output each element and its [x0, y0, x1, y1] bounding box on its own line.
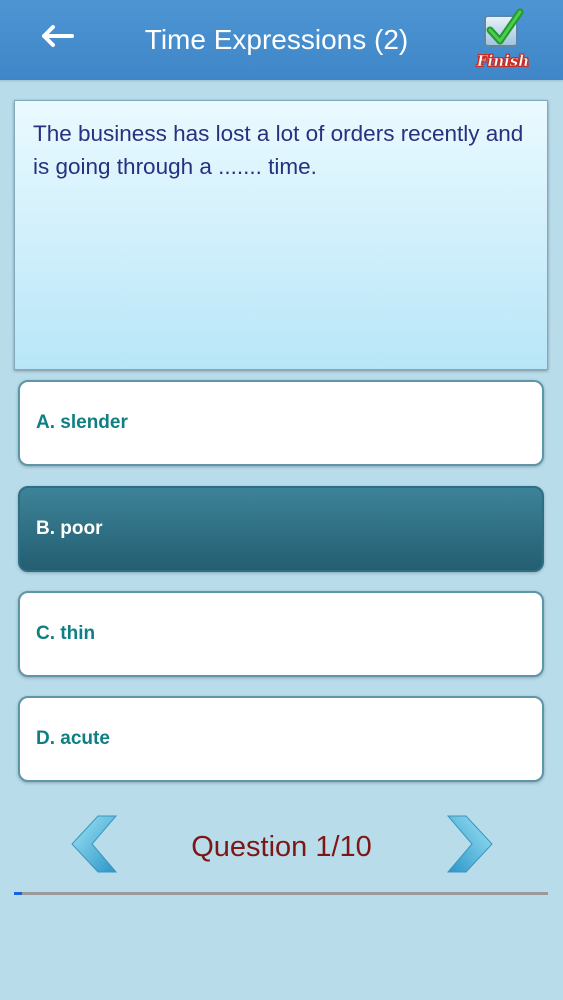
- next-question-button[interactable]: [440, 812, 500, 876]
- checkbox-check-icon: [484, 8, 524, 47]
- finish-label: Finish: [476, 52, 530, 71]
- chevron-left-icon: [71, 815, 118, 873]
- finish-button[interactable]: Finish: [470, 6, 536, 72]
- answer-option-d[interactable]: D. acute: [18, 696, 544, 782]
- answer-label: B. poor: [36, 518, 103, 539]
- app-header: Time Expressions (2) Finish: [0, 0, 563, 80]
- answer-option-b[interactable]: B. poor: [18, 486, 544, 572]
- progress-fill: [14, 892, 22, 895]
- answer-label: C. thin: [36, 623, 96, 644]
- page-title: Time Expressions (2): [144, 24, 409, 55]
- back-button[interactable]: [34, 16, 82, 56]
- answer-option-c[interactable]: C. thin: [18, 591, 544, 677]
- back-arrow-icon: [42, 25, 74, 47]
- question-text: The business has lost a lot of orders re…: [33, 121, 524, 179]
- answer-option-a[interactable]: A. slender: [18, 380, 544, 466]
- progress-bar: [14, 892, 548, 895]
- question-card: The business has lost a lot of orders re…: [14, 100, 548, 370]
- previous-question-button[interactable]: [64, 812, 124, 876]
- question-counter: Question 1/10: [191, 831, 372, 863]
- answer-label: D. acute: [36, 728, 110, 749]
- answer-label: A. slender: [36, 412, 128, 433]
- chevron-right-icon: [446, 815, 493, 873]
